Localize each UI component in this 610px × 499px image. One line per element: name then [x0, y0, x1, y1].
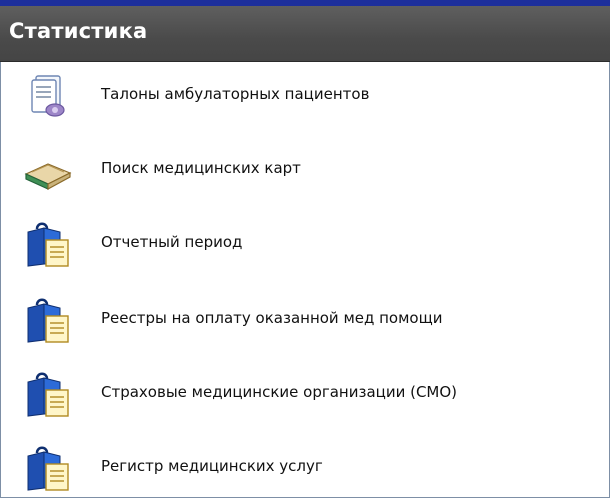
panel-header: Статистика: [0, 6, 610, 62]
document-folder-icon: [22, 220, 74, 268]
menu-item-label: Регистр медицинских услуг: [101, 457, 323, 475]
menu-item-insurance-organizations[interactable]: Страховые медицинские организации (СМО): [0, 360, 606, 424]
document-folder-icon: [22, 296, 74, 344]
document-folder-icon: [22, 444, 74, 492]
menu-item-label: Поиск медицинских карт: [101, 159, 301, 177]
menu-item-label: Отчетный период: [101, 233, 243, 251]
menu-item-outpatient-tickets[interactable]: Талоны амбулаторных пациентов: [0, 62, 606, 126]
panel-title: Статистика: [9, 19, 148, 43]
document-certificate-icon: [22, 72, 74, 120]
menu-item-payment-registers[interactable]: Реестры на оплату оказанной мед помощи: [0, 286, 606, 350]
menu-item-label: Реестры на оплату оказанной мед помощи: [101, 309, 443, 327]
menu-item-medical-records-search[interactable]: Поиск медицинских карт: [0, 136, 606, 200]
document-folder-icon: [22, 370, 74, 418]
book-icon: [22, 146, 74, 194]
menu-item-medical-services-register[interactable]: Регистр медицинских услуг: [0, 434, 606, 498]
menu-item-label: Талоны амбулаторных пациентов: [101, 85, 370, 103]
menu-item-label: Страховые медицинские организации (СМО): [101, 383, 458, 401]
menu-item-reporting-period[interactable]: Отчетный период: [0, 210, 606, 274]
